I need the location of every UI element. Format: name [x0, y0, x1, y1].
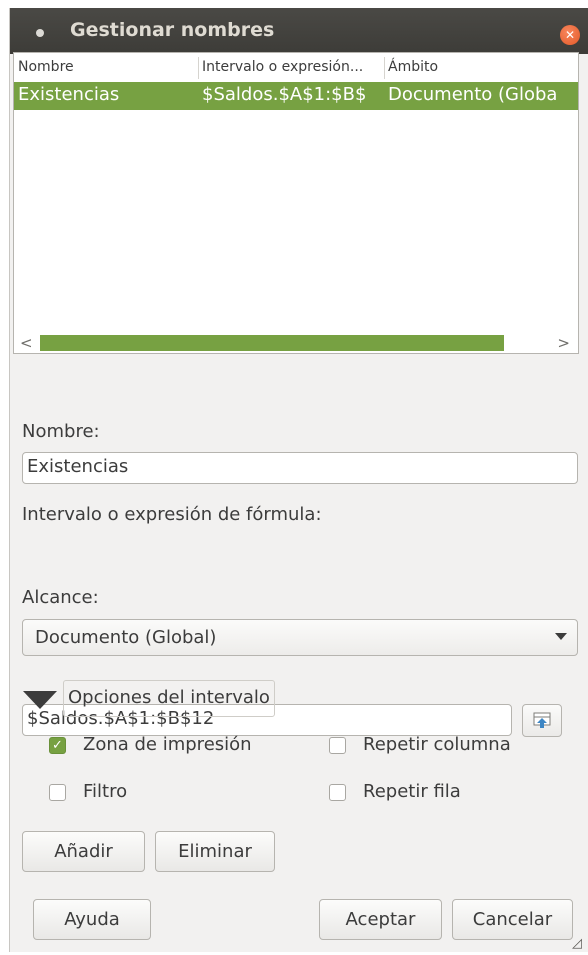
row-range: $Saldos.$A$1:$B$: [202, 84, 367, 105]
horizontal-scrollbar[interactable]: < >: [14, 333, 578, 353]
help-button[interactable]: Ayuda: [33, 899, 151, 940]
name-field[interactable]: Existencias: [22, 452, 578, 484]
scrollbar-thumb[interactable]: [40, 335, 504, 351]
cancel-button[interactable]: Cancelar: [452, 899, 573, 940]
range-label: Intervalo o expresión de fórmula:: [22, 504, 322, 525]
repeat-row-label[interactable]: Repetir fila: [363, 781, 461, 802]
scope-select[interactable]: Documento (Global): [22, 619, 578, 656]
ok-button[interactable]: Aceptar: [319, 899, 442, 940]
column-header-range[interactable]: Intervalo o expresión...: [202, 59, 363, 75]
filter-label[interactable]: Filtro: [83, 781, 127, 802]
repeat-row-checkbox[interactable]: [329, 784, 346, 801]
repeat-column-label[interactable]: Repetir columna: [363, 734, 511, 755]
expander-arrow-icon[interactable]: [23, 691, 57, 709]
add-button[interactable]: Añadir: [22, 831, 145, 872]
column-separator[interactable]: [198, 57, 199, 79]
row-scope: Documento (Globa: [388, 84, 558, 105]
column-header-scope[interactable]: Ámbito: [388, 59, 438, 75]
title-bar[interactable]: Gestionar nombres ✕: [10, 8, 588, 54]
names-list[interactable]: Nombre Intervalo o expresión... Ámbito E…: [13, 52, 579, 354]
name-label: Nombre:: [22, 421, 100, 442]
range-options-expander[interactable]: Opciones del intervalo: [63, 680, 275, 717]
close-icon[interactable]: ✕: [560, 25, 580, 45]
row-name: Existencias: [18, 84, 120, 105]
scroll-left-icon[interactable]: <: [20, 333, 33, 353]
table-row[interactable]: Existencias $Saldos.$A$1:$B$ Documento (…: [14, 82, 578, 110]
window-menu-icon[interactable]: [36, 29, 44, 37]
repeat-column-checkbox[interactable]: [329, 737, 346, 754]
column-separator[interactable]: [384, 57, 385, 79]
shrink-icon: [533, 712, 551, 728]
delete-button[interactable]: Eliminar: [155, 831, 275, 872]
column-header-name[interactable]: Nombre: [18, 59, 74, 75]
shrink-button[interactable]: [522, 704, 562, 737]
window-title: Gestionar nombres: [70, 19, 275, 41]
list-header: Nombre Intervalo o expresión... Ámbito: [14, 53, 578, 83]
filter-checkbox[interactable]: [49, 784, 66, 801]
print-area-checkbox[interactable]: ✓: [49, 737, 66, 754]
scope-label: Alcance:: [22, 587, 99, 608]
scroll-right-icon[interactable]: >: [557, 333, 570, 353]
resize-grip-icon[interactable]: ◿: [572, 936, 582, 951]
chevron-down-icon: [555, 633, 567, 640]
print-area-label[interactable]: Zona de impresión: [83, 734, 252, 755]
scope-select-value: Documento (Global): [35, 627, 217, 648]
